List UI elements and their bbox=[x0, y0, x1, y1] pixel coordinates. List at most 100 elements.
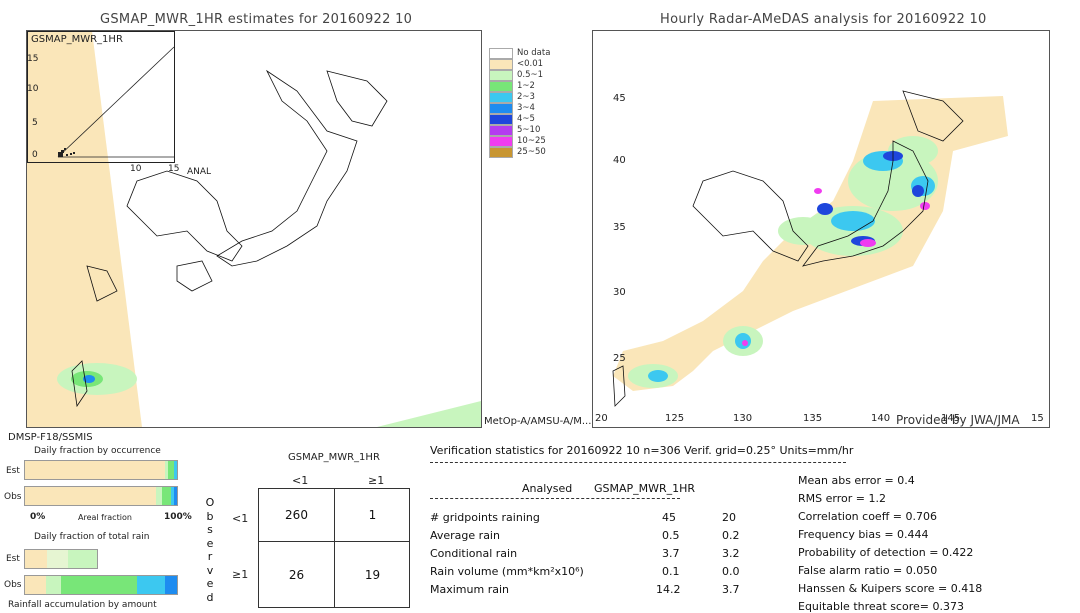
column-divider bbox=[430, 498, 680, 499]
stat-row-label: # gridpoints raining bbox=[430, 511, 540, 524]
stat-row-analysed: 45 bbox=[662, 511, 676, 524]
occurrence-x-mid: Areal fraction bbox=[78, 513, 132, 522]
total-rain-est-seg bbox=[25, 550, 47, 568]
inset-x-tick-10: 10 bbox=[130, 164, 142, 174]
occurrence-est-seg bbox=[25, 461, 165, 479]
legend-swatch bbox=[489, 81, 513, 92]
lon-tick-150: 15 bbox=[1031, 413, 1044, 424]
total-rain-est-seg bbox=[46, 550, 69, 568]
legend-item: 10~25 bbox=[489, 136, 579, 147]
inset-y-tick-15: 15 bbox=[27, 54, 39, 64]
left-rain-taiwan-area bbox=[57, 363, 137, 395]
stat-row-gsmap: 3.2 bbox=[722, 547, 740, 560]
occurrence-est-bar bbox=[24, 460, 178, 480]
total-rain-obs-seg bbox=[46, 576, 62, 594]
stat-row-analysed: 3.7 bbox=[662, 547, 680, 560]
score-mae: Mean abs error = 0.4 bbox=[798, 474, 915, 487]
stat-row-gsmap: 0.0 bbox=[722, 565, 740, 578]
legend-swatch bbox=[489, 147, 513, 158]
stat-row-gsmap: 3.7 bbox=[722, 583, 740, 596]
stat-row-gsmap: 20 bbox=[722, 511, 736, 524]
legend-item: 5~10 bbox=[489, 125, 579, 136]
stat-row-gsmap: 0.2 bbox=[722, 529, 740, 542]
total-rain-est-seg bbox=[68, 550, 97, 568]
inset-x-tick-15: 15 bbox=[168, 164, 180, 174]
legend-item: No data bbox=[489, 48, 579, 59]
contingency-header: GSMAP_MWR_1HR bbox=[288, 452, 380, 463]
total-rain-obs-seg bbox=[137, 576, 165, 594]
header-divider bbox=[430, 462, 846, 463]
score-correlation: Correlation coeff = 0.706 bbox=[798, 510, 937, 523]
total-rain-obs-bar bbox=[24, 575, 178, 595]
left-swath-southeast bbox=[377, 401, 481, 427]
contingency-col-ge1: ≥1 bbox=[368, 474, 385, 487]
total-rain-est-bar bbox=[24, 549, 98, 569]
stat-row-analysed: 0.5 bbox=[662, 529, 680, 542]
total-rain-obs-label: Obs bbox=[4, 580, 22, 590]
legend-swatch bbox=[489, 48, 513, 59]
inset-box: GSMAP_MWR_1HR 15 10 5 0 10 15 bbox=[27, 31, 179, 174]
legend-swatch bbox=[489, 125, 513, 136]
inset-y-tick-5: 5 bbox=[32, 118, 38, 128]
satellite-label: DMSP-F18/SSMIS bbox=[8, 432, 93, 443]
credit-label: Provided by JWA/JMA bbox=[896, 413, 1020, 427]
legend-swatch bbox=[489, 70, 513, 81]
stat-row-label: Conditional rain bbox=[430, 547, 518, 560]
contingency-row-ge1: ≥1 bbox=[232, 568, 249, 581]
right-map: 45 40 35 30 25 20 125 130 135 140 145 15 bbox=[592, 30, 1050, 428]
lat-tick-35: 35 bbox=[613, 222, 626, 233]
stat-row-analysed: 0.1 bbox=[662, 565, 680, 578]
lat-tick-25: 25 bbox=[613, 353, 626, 364]
lon-tick-125: 125 bbox=[665, 413, 685, 424]
score-ets: Equitable threat score= 0.373 bbox=[798, 600, 964, 613]
legend-item: 0.5~1 bbox=[489, 70, 579, 81]
occurrence-x-left: 0% bbox=[30, 512, 46, 522]
lat-tick-40: 40 bbox=[613, 155, 626, 166]
stat-row-label: Average rain bbox=[430, 529, 500, 542]
left-map-title: GSMAP_MWR_1HR estimates for 20160922 10 bbox=[100, 12, 413, 27]
contingency-cell-a: 260 bbox=[285, 508, 308, 522]
observed-label: O b s e r v e d bbox=[205, 496, 215, 604]
lon-start-label: 20 bbox=[595, 413, 608, 424]
contingency-row-lt1: <1 bbox=[232, 512, 249, 525]
score-pod: Probability of detection = 0.422 bbox=[798, 546, 974, 559]
occurrence-obs-seg bbox=[25, 487, 156, 505]
contingency-grid: 260 1 26 19 bbox=[258, 488, 410, 608]
inset-y-tick-0: 0 bbox=[32, 150, 38, 160]
occurrence-est-label: Est bbox=[6, 466, 20, 476]
total-rain-obs-seg bbox=[164, 576, 177, 594]
contingency-cell-d: 19 bbox=[364, 568, 381, 582]
contingency-col-lt1: <1 bbox=[292, 474, 309, 487]
right-map-canvas bbox=[612, 90, 1008, 407]
contingency-cell-b: 1 bbox=[368, 508, 377, 522]
legend-swatch bbox=[489, 103, 513, 114]
legend-item: 4~5 bbox=[489, 114, 579, 125]
contingency-cell-c: 26 bbox=[288, 568, 305, 582]
lon-tick-130: 130 bbox=[733, 413, 753, 424]
total-rain-obs-seg bbox=[61, 576, 138, 594]
lat-tick-45: 45 bbox=[613, 93, 626, 104]
inset-label: GSMAP_MWR_1HR bbox=[31, 34, 123, 45]
lon-tick-140: 140 bbox=[871, 413, 891, 424]
score-rmse: RMS error = 1.2 bbox=[798, 492, 886, 505]
col-analysed: Analysed bbox=[522, 482, 573, 495]
legend: No data <0.01 0.5~1 1~2 2~3 3~4 4~5 5~10… bbox=[489, 48, 579, 178]
occurrence-title: Daily fraction by occurrence bbox=[34, 446, 161, 456]
sensor-label: MetOp-A/AMSU-A/M... 20 bbox=[484, 416, 608, 427]
occurrence-obs-seg bbox=[173, 487, 177, 505]
right-map-title: Hourly Radar-AMeDAS analysis for 2016092… bbox=[660, 12, 987, 27]
stat-row-label: Maximum rain bbox=[430, 583, 509, 596]
occurrence-x-right: 100% bbox=[164, 512, 192, 522]
legend-item: <0.01 bbox=[489, 59, 579, 70]
verification-header: Verification statistics for 20160922 10 … bbox=[430, 444, 854, 457]
inset-anal-label: ANAL bbox=[187, 167, 212, 177]
legend-swatch bbox=[489, 92, 513, 103]
legend-item: 1~2 bbox=[489, 81, 579, 92]
legend-item: 25~50 bbox=[489, 147, 579, 158]
left-map: GSMAP_MWR_1HR 15 10 5 0 10 15 ANAL bbox=[26, 30, 482, 428]
legend-swatch bbox=[489, 59, 513, 70]
total-rain-obs-seg bbox=[25, 576, 47, 594]
occurrence-obs-seg bbox=[161, 487, 171, 505]
occurrence-obs-label: Obs bbox=[4, 492, 22, 502]
legend-swatch bbox=[489, 136, 513, 147]
